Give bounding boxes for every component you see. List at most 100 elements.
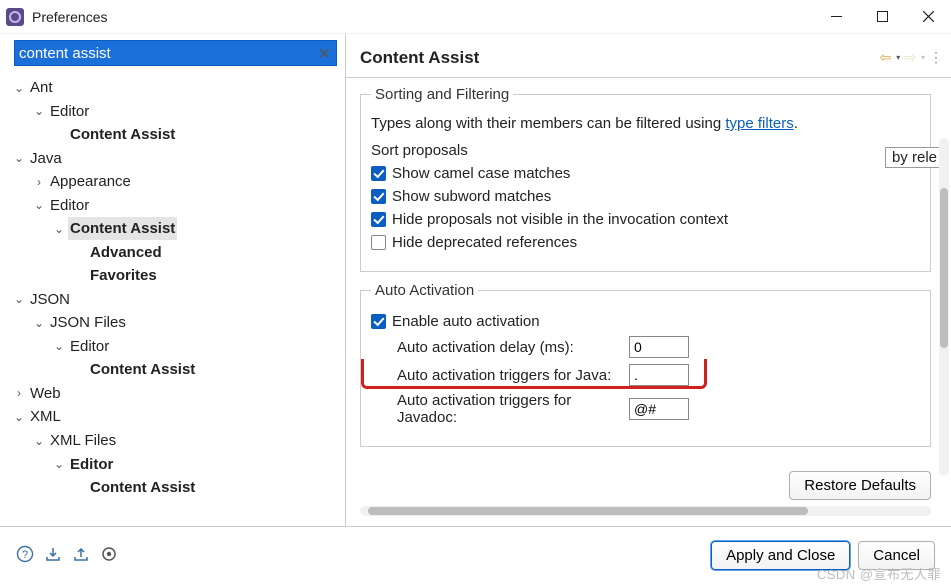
restore-defaults-button[interactable]: Restore Defaults — [789, 471, 931, 500]
maximize-button[interactable] — [859, 0, 905, 34]
clear-filter-icon[interactable]: ✕ — [318, 44, 331, 64]
tree-node-label: JSON — [28, 288, 72, 311]
tree-node-label: Appearance — [48, 170, 133, 193]
tree-node[interactable]: ⌄JSON Files — [12, 311, 343, 335]
tree-node[interactable]: Content Assist — [12, 476, 343, 500]
forward-icon[interactable]: ⇨ — [904, 49, 916, 66]
eclipse-icon — [6, 8, 24, 26]
tree-node[interactable]: ›Web — [12, 382, 343, 406]
tree-node-label: Advanced — [88, 241, 164, 264]
vertical-scrollbar[interactable] — [939, 138, 949, 476]
tree-node[interactable]: ⌄Content Assist — [12, 217, 343, 241]
tree-twist-icon[interactable]: ⌄ — [52, 335, 66, 358]
java-trigger-input[interactable] — [629, 364, 689, 386]
tree-twist-icon[interactable] — [72, 241, 86, 264]
auto-legend: Auto Activation — [371, 282, 478, 299]
enable-auto-checkbox[interactable] — [371, 314, 386, 329]
tree-node-label: Favorites — [88, 264, 159, 287]
horizontal-scrollbar[interactable] — [360, 506, 931, 516]
tree-twist-icon[interactable]: › — [12, 382, 26, 405]
tree-node[interactable]: ⌄XML Files — [12, 429, 343, 453]
tree-node[interactable]: ⌄XML — [12, 405, 343, 429]
tree-twist-icon[interactable]: › — [32, 171, 46, 194]
import-icon[interactable] — [44, 545, 62, 566]
tree-twist-icon[interactable]: ⌄ — [32, 100, 46, 123]
cancel-button[interactable]: Cancel — [858, 541, 935, 570]
javadoc-trigger-input[interactable] — [629, 398, 689, 420]
tree-node[interactable]: ⌄Editor — [12, 335, 343, 359]
tree-node[interactable]: ⌄Editor — [12, 194, 343, 218]
tree-node[interactable]: ›Appearance — [12, 170, 343, 194]
camel-case-checkbox[interactable] — [371, 166, 386, 181]
tree-twist-icon[interactable]: ⌄ — [12, 147, 26, 170]
tree-node[interactable]: ⌄Java — [12, 147, 343, 171]
hide-deprecated-label: Hide deprecated references — [392, 234, 577, 251]
tree-node[interactable]: Favorites — [12, 264, 343, 288]
tree-node-label: Content Assist — [88, 358, 197, 381]
tree-node[interactable]: ⌄Editor — [12, 100, 343, 124]
tree-node[interactable]: Content Assist — [12, 358, 343, 382]
tree-node[interactable]: Content Assist — [12, 123, 343, 147]
auto-activation-group: Auto Activation Enable auto activation A… — [360, 282, 931, 447]
sort-proposals-label: Sort proposals — [371, 142, 468, 159]
sort-proposals-select[interactable]: by rele — [885, 147, 940, 168]
svg-text:?: ? — [22, 549, 28, 561]
tree-twist-icon[interactable]: ⌄ — [12, 406, 26, 429]
tree-twist-icon[interactable]: ⌄ — [32, 312, 46, 335]
subword-label: Show subword matches — [392, 188, 551, 205]
tree-node-label: Content Assist — [88, 476, 197, 499]
javadoc-trigger-label: Auto activation triggers for Javadoc: — [371, 392, 629, 426]
export-icon[interactable] — [72, 545, 90, 566]
oomph-icon[interactable] — [100, 545, 118, 566]
tree-twist-icon[interactable]: ⌄ — [32, 430, 46, 453]
enable-auto-label: Enable auto activation — [392, 313, 540, 330]
button-bar: ? Apply and Close Cancel — [0, 526, 951, 584]
tree-node-label: XML — [28, 405, 63, 428]
type-filters-link[interactable]: type filters — [725, 115, 793, 132]
filter-input[interactable] — [14, 40, 337, 66]
settings-panel: Content Assist ⇦▾ ⇨▾ ⋮ Sorting and Filte… — [346, 34, 951, 526]
tree-twist-icon[interactable]: ⌄ — [12, 288, 26, 311]
minimize-button[interactable] — [813, 0, 859, 34]
tree-twist-icon[interactable]: ⌄ — [12, 77, 26, 100]
tree-node-label: XML Files — [48, 429, 118, 452]
tree-node-label: Content Assist — [68, 217, 177, 240]
tree-node[interactable]: ⌄JSON — [12, 288, 343, 312]
tree-twist-icon[interactable]: ⌄ — [52, 453, 66, 476]
tree-twist-icon[interactable]: ⌄ — [52, 218, 66, 241]
tree-node-label: Ant — [28, 76, 55, 99]
help-icon[interactable]: ? — [16, 545, 34, 566]
camel-case-label: Show camel case matches — [392, 165, 570, 182]
nav-panel: ✕ ⌄Ant⌄Editor Content Assist⌄Java›Appear… — [0, 34, 346, 526]
tree-twist-icon[interactable] — [72, 359, 86, 382]
tree-node-label: Editor — [68, 335, 111, 358]
menu-icon[interactable]: ⋮ — [929, 49, 939, 66]
page-title: Content Assist — [360, 48, 479, 68]
tree-node-label: Java — [28, 147, 64, 170]
back-icon[interactable]: ⇦ — [880, 49, 892, 66]
tree-node-label: Content Assist — [68, 123, 177, 146]
delay-input[interactable] — [629, 336, 689, 358]
tree-node[interactable]: ⌄Editor — [12, 453, 343, 477]
tree-node-label: JSON Files — [48, 311, 128, 334]
window-title: Preferences — [32, 9, 107, 25]
tree-twist-icon[interactable] — [72, 265, 86, 288]
tree-node-label: Editor — [48, 194, 91, 217]
titlebar: Preferences — [0, 0, 951, 34]
delay-label: Auto activation delay (ms): — [371, 339, 629, 356]
subword-checkbox[interactable] — [371, 189, 386, 204]
hide-invoc-checkbox[interactable] — [371, 212, 386, 227]
type-filters-text: Types along with their members can be fi… — [371, 115, 920, 132]
tree-node-label: Editor — [48, 100, 91, 123]
preferences-tree[interactable]: ⌄Ant⌄Editor Content Assist⌄Java›Appearan… — [6, 70, 343, 526]
hide-deprecated-checkbox[interactable] — [371, 235, 386, 250]
tree-node-label: Web — [28, 382, 63, 405]
tree-twist-icon[interactable]: ⌄ — [32, 194, 46, 217]
tree-twist-icon[interactable] — [72, 477, 86, 500]
tree-node[interactable]: Advanced — [12, 241, 343, 265]
sorting-legend: Sorting and Filtering — [371, 86, 513, 103]
close-button[interactable] — [905, 0, 951, 34]
tree-node[interactable]: ⌄Ant — [12, 76, 343, 100]
tree-twist-icon[interactable] — [52, 124, 66, 147]
apply-close-button[interactable]: Apply and Close — [711, 541, 850, 570]
